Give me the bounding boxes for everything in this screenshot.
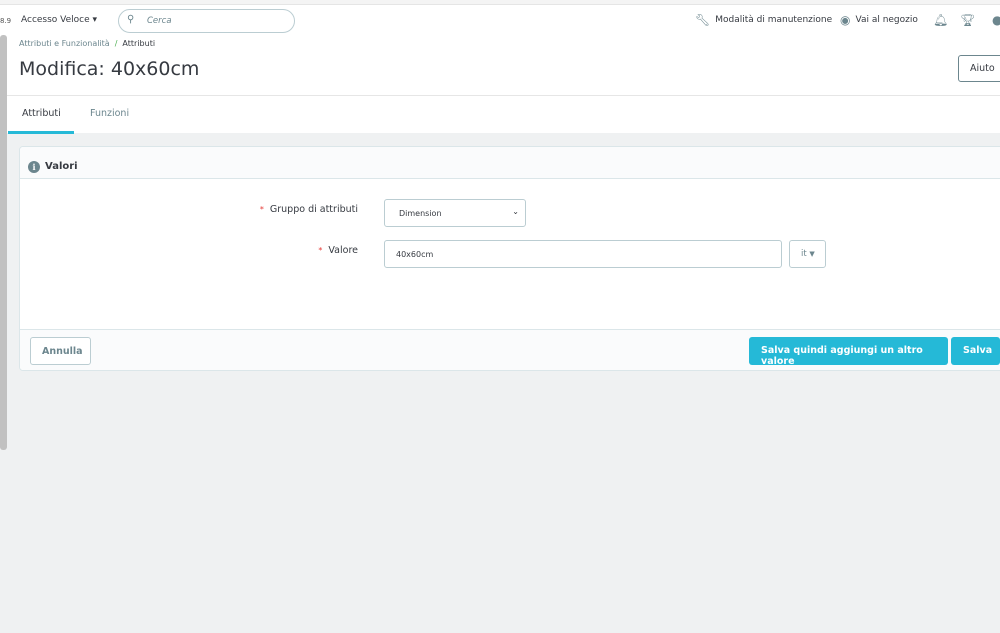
- value-label-text: Valore: [328, 245, 358, 256]
- view-shop-label: Vai al negozio: [855, 15, 918, 25]
- quick-access-dropdown[interactable]: Accesso Veloce ▾: [21, 15, 97, 25]
- card-header: i Valori: [20, 147, 1000, 179]
- tab-funzioni[interactable]: Funzioni: [90, 108, 129, 119]
- required-mark: *: [318, 246, 323, 255]
- breadcrumb: Attributi e Funzionalità / Attributi: [19, 39, 155, 48]
- attribute-group-select[interactable]: Dimension ⌄: [384, 199, 526, 227]
- language-code: it: [801, 249, 807, 259]
- scrollbar[interactable]: [0, 35, 7, 450]
- maintenance-link[interactable]: 🔧︎ Modalità di manutenzione: [695, 13, 832, 27]
- view-shop-link[interactable]: ◉ Vai al negozio: [840, 13, 918, 27]
- language-dropdown[interactable]: it ▼: [789, 240, 826, 268]
- trophy-button[interactable]: 🏆︎: [960, 13, 975, 27]
- breadcrumb-current[interactable]: Attributi: [122, 39, 155, 48]
- search-input[interactable]: ⚲ Cerca: [118, 9, 295, 33]
- info-icon: i: [28, 160, 40, 173]
- value-input[interactable]: 40x60cm: [384, 240, 782, 268]
- page-title: Modifica: 40x60cm: [19, 58, 200, 80]
- wrench-icon: 🔧︎: [695, 13, 711, 27]
- card-footer: Annulla Salva quindi aggiungi un altro v…: [20, 329, 1000, 370]
- cancel-button[interactable]: Annulla: [30, 337, 91, 365]
- help-button[interactable]: Aiuto: [958, 55, 1000, 82]
- eye-icon: ◉: [840, 13, 851, 27]
- card-title: Valori: [45, 161, 78, 172]
- bell-icon: 🔔︎: [933, 13, 949, 27]
- tab-attributi[interactable]: Attributi: [8, 108, 74, 134]
- caret-down-icon: ▼: [809, 250, 815, 258]
- breadcrumb-separator: /: [114, 39, 118, 48]
- values-card: i Valori * Gruppo di attributi Dimension ⌄ …: [19, 146, 1000, 371]
- save-and-add-button[interactable]: Salva quindi aggiungi un altro valore: [749, 337, 948, 367]
- notifications-button[interactable]: 🔔︎: [933, 13, 948, 27]
- user-icon: ●: [992, 13, 1000, 27]
- search-icon: ⚲: [127, 14, 135, 25]
- save-button[interactable]: Salva: [951, 337, 1000, 365]
- version-text: 8.9: [0, 17, 12, 25]
- quick-access-label: Accesso Veloce: [21, 15, 90, 25]
- trophy-icon: 🏆︎: [960, 13, 976, 27]
- breadcrumb-parent[interactable]: Attributi e Funzionalità: [19, 39, 110, 48]
- required-mark: *: [259, 205, 264, 214]
- maintenance-label: Modalità di manutenzione: [715, 15, 833, 25]
- chevron-down-icon: ⌄: [512, 207, 519, 216]
- attribute-group-value: Dimension: [399, 209, 442, 218]
- caret-down-icon: ▾: [92, 15, 98, 25]
- value-label: * Valore: [318, 245, 358, 256]
- attribute-group-label-text: Gruppo di attributi: [269, 204, 358, 215]
- divider: [0, 95, 1000, 96]
- search-placeholder: Cerca: [147, 16, 172, 26]
- attribute-group-label: * Gruppo di attributi: [260, 204, 358, 215]
- profile-button[interactable]: ●: [992, 13, 1000, 27]
